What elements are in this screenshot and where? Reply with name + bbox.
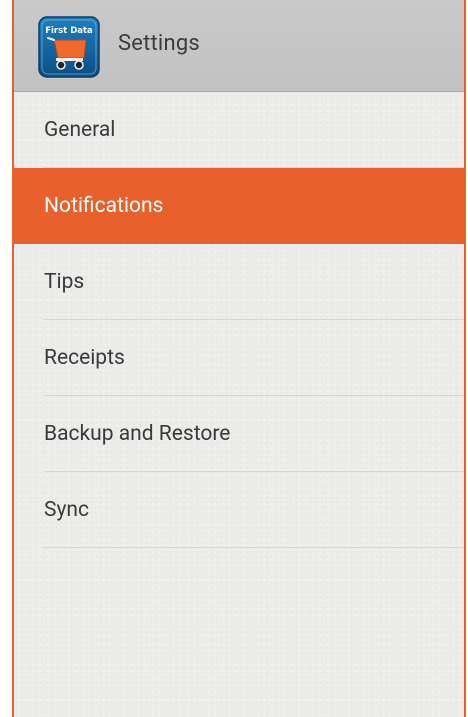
menu-item-label: Notifications [44, 194, 164, 218]
menu-item-receipts[interactable]: Receipts [14, 320, 464, 396]
first-data-app-icon[interactable]: First Data [38, 16, 100, 78]
menu-item-label: General [44, 118, 116, 142]
menu-item-tips[interactable]: Tips [14, 244, 464, 320]
menu-item-label: Tips [44, 270, 85, 294]
first-data-app-icon-graphic: First Data [38, 16, 100, 78]
app-icon-text: First Data [45, 26, 93, 36]
action-bar: First Data Settings [14, 0, 464, 92]
menu-item-label: Receipts [44, 346, 125, 370]
menu-item-notifications[interactable]: Notifications [14, 168, 464, 244]
settings-screen: First Data Settings General Notification… [12, 0, 466, 717]
menu-item-label: Sync [44, 498, 89, 522]
menu-item-backup-and-restore[interactable]: Backup and Restore [14, 396, 464, 472]
divider [44, 547, 464, 548]
settings-menu: General Notifications Tips Receipts Back… [14, 92, 464, 548]
menu-item-label: Backup and Restore [44, 422, 231, 446]
menu-item-general[interactable]: General [14, 92, 464, 168]
page-title: Settings [118, 31, 200, 56]
menu-item-sync[interactable]: Sync [14, 472, 464, 548]
